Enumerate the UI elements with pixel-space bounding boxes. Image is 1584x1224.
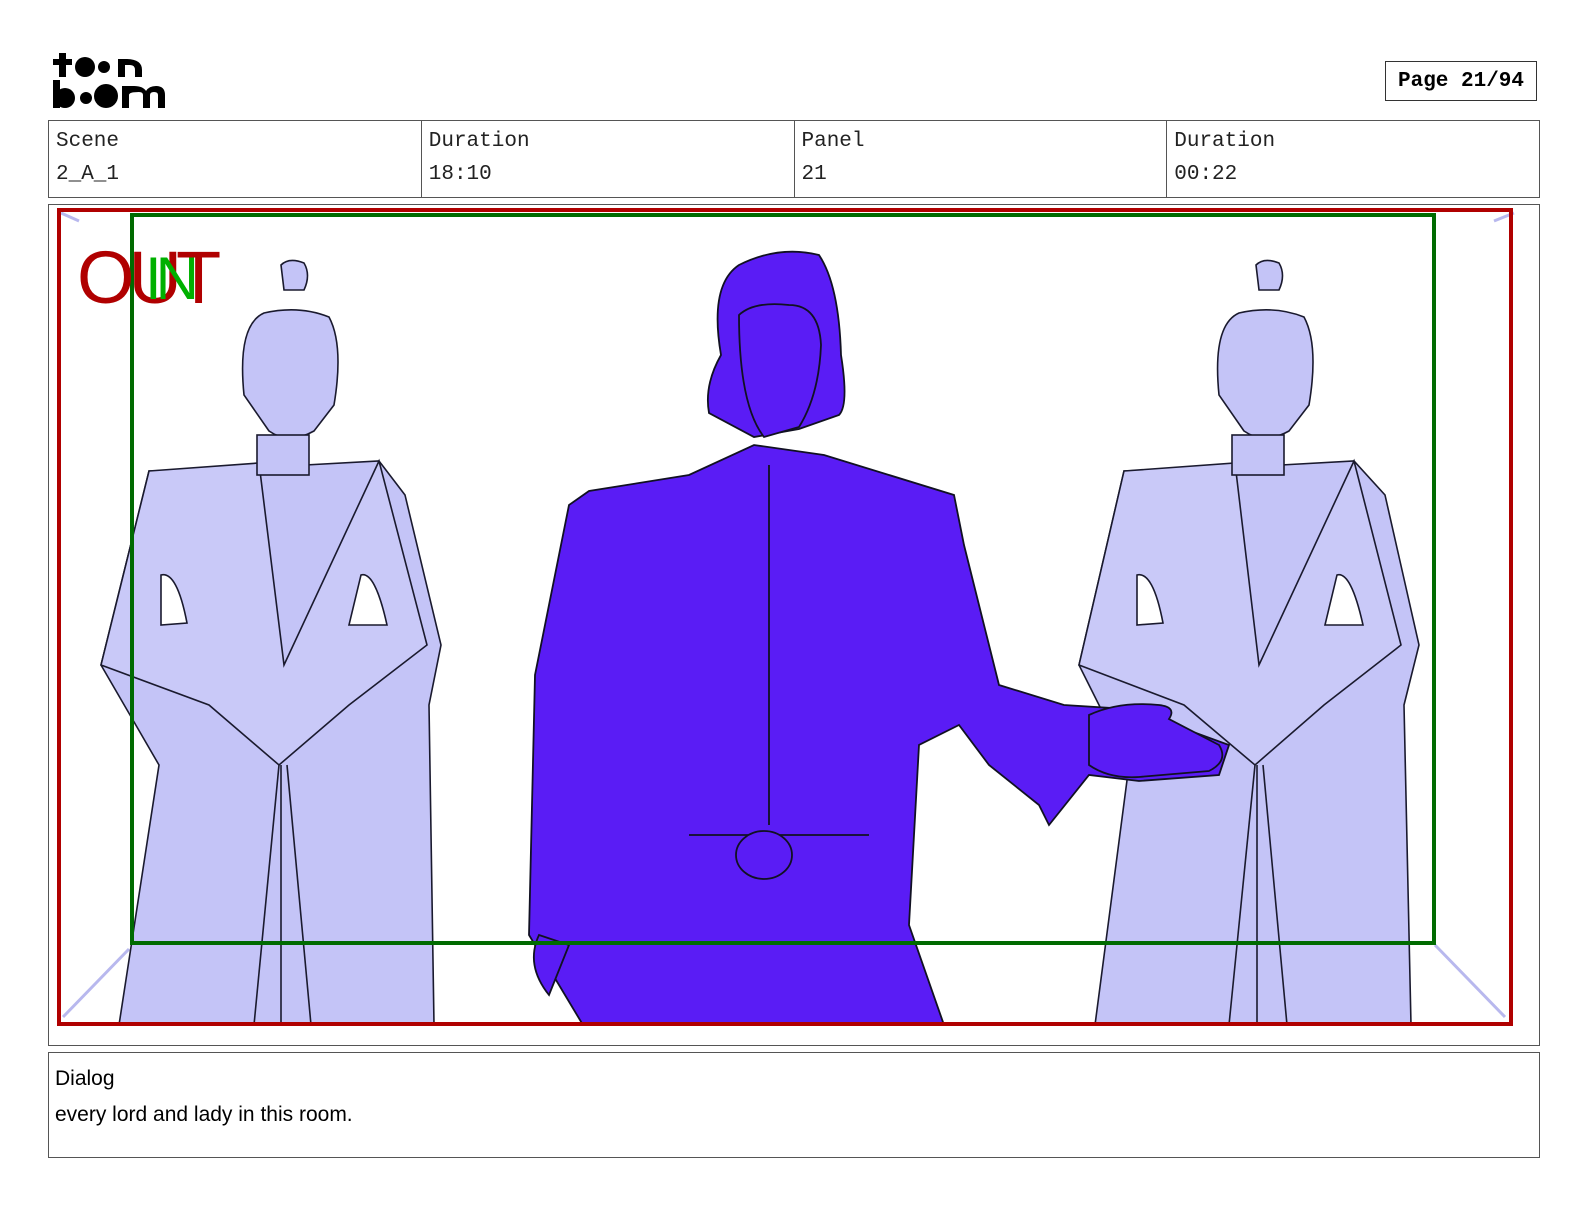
scene-value: 2_A_1 (56, 163, 120, 186)
scene-cell: Scene 2_A_1 (49, 121, 422, 197)
in-label: IN (145, 245, 195, 312)
toon-boom-logo-mark (53, 53, 165, 108)
storyboard-panel: OUT IN (48, 204, 1540, 1046)
scene-duration-value: 18:10 (428, 163, 492, 186)
toon-boom-logo (50, 50, 170, 112)
panel-value: 21 (801, 163, 827, 186)
dialog-box: Dialog every lord and lady in this room. (48, 1052, 1540, 1158)
scene-duration-cell: Duration 18:10 (422, 121, 795, 197)
scene-label: Scene (56, 130, 120, 153)
scene-duration-label: Duration (428, 130, 530, 153)
panel-drawing: OUT IN (57, 208, 1515, 1026)
page-indicator: Page 21/94 (1385, 61, 1537, 101)
right-guard-figure (1078, 259, 1420, 1026)
dialog-text: every lord and lady in this room. (55, 1103, 353, 1126)
info-table: Scene 2_A_1 Duration 18:10 Panel 21 Dura… (48, 120, 1540, 198)
panel-duration-cell: Duration 00:22 (1167, 121, 1539, 197)
panel-duration-label: Duration (1174, 130, 1276, 153)
panel-duration-value: 00:22 (1174, 163, 1238, 186)
panel-label: Panel (801, 130, 865, 153)
panel-cell: Panel 21 (795, 121, 1168, 197)
dialog-label: Dialog (55, 1067, 115, 1090)
left-guard-figure (100, 259, 442, 1026)
